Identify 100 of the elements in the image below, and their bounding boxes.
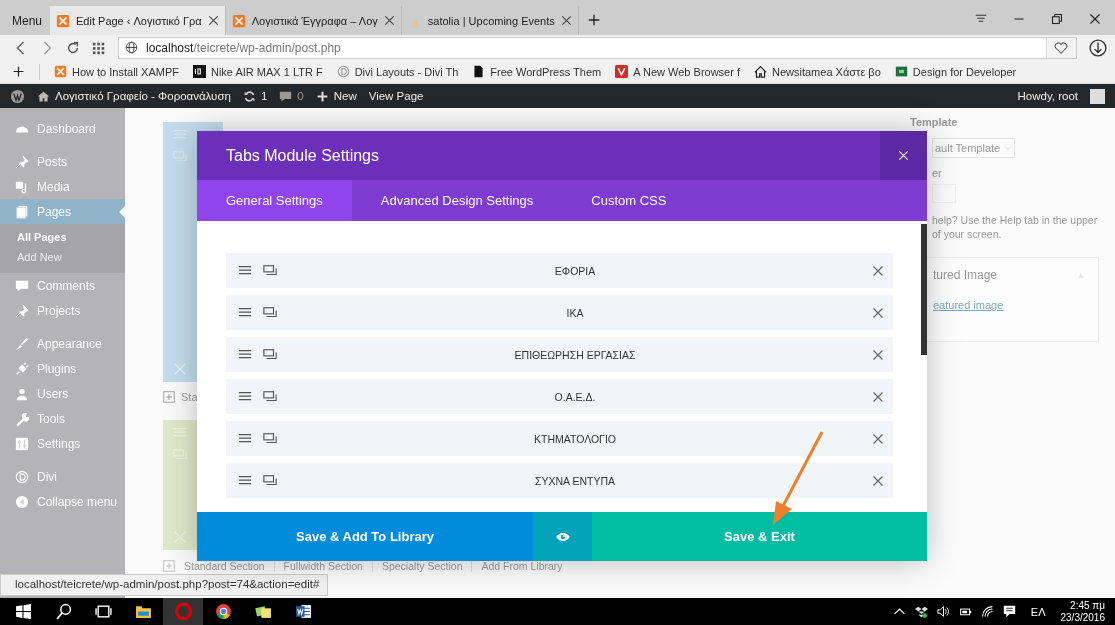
tab-item[interactable]: ΙΚΑ xyxy=(226,295,893,330)
sliders-icon xyxy=(15,436,29,451)
dropbox-icon[interactable] xyxy=(914,605,928,618)
bookmark-link[interactable]: Nike AIR MAX 1 LTR F xyxy=(193,65,323,78)
speech-bubble-link[interactable]: 0 xyxy=(279,89,304,103)
home-link[interactable]: Λογιστικό Γραφείο - Φοροανάλυση xyxy=(37,89,231,103)
bookmark-link[interactable]: Divi Layouts - Divi Th xyxy=(336,65,459,78)
v-logo-icon xyxy=(615,65,629,78)
sticky-notes-icon xyxy=(254,603,272,620)
delete-icon[interactable] xyxy=(872,306,884,319)
tab-item-title: ΕΠΙΘΕΩΡΗΣΗ ΕΡΓΑΣΙΑΣ xyxy=(513,348,637,361)
avatar xyxy=(1090,88,1105,104)
reload-icon[interactable] xyxy=(66,40,80,55)
close-icon[interactable] xyxy=(383,15,395,26)
close-icon[interactable] xyxy=(207,15,219,26)
view-page-link[interactable]: View Page xyxy=(368,90,424,102)
speaker-icon[interactable] xyxy=(936,605,950,618)
url-host: localhost xyxy=(146,40,194,55)
w-document-icon xyxy=(294,603,312,620)
tab-item[interactable]: ΣΥΧΝΑ ΕΝΤΥΠΑ xyxy=(226,463,893,498)
duplicate-icon[interactable] xyxy=(262,263,278,278)
speed-dial-icon[interactable] xyxy=(92,40,106,55)
scrollbar[interactable] xyxy=(921,224,927,355)
address-field[interactable]: localhost/teicrete/wp-admin/post.php xyxy=(118,36,1077,59)
duplicate-icon[interactable] xyxy=(262,431,278,446)
refresh-link[interactable]: 1 xyxy=(242,89,268,103)
wifi-icon[interactable] xyxy=(980,605,994,618)
tab-item[interactable]: ΚΤΗΜΑΤΟΛΟΓΙΟ xyxy=(226,421,893,456)
bookmark-link[interactable]: Design for Developer xyxy=(894,65,1017,78)
delete-icon[interactable] xyxy=(872,264,884,277)
restore-icon[interactable] xyxy=(1051,13,1063,25)
duplicate-icon[interactable] xyxy=(262,389,278,404)
tab-item-title: ΕΦΟΡΙΑ xyxy=(553,264,597,277)
close-icon[interactable] xyxy=(1089,13,1101,25)
plus-icon xyxy=(315,89,329,103)
panel-title: tured Image xyxy=(933,268,998,282)
add-bookmark-icon[interactable] xyxy=(12,65,25,78)
windows-logo-icon xyxy=(14,603,32,620)
duplicate-icon[interactable] xyxy=(262,347,278,362)
duplicate-icon[interactable] xyxy=(262,305,278,320)
browser-tab[interactable]: Edit Page ‹ Λογιστικό Γρα xyxy=(50,6,226,35)
user-icon xyxy=(15,386,29,401)
new-tab-icon[interactable] xyxy=(586,13,601,27)
task-view-icon xyxy=(94,603,112,620)
input-field[interactable] xyxy=(932,184,956,203)
account-link[interactable]: Howdy, root xyxy=(1017,90,1078,102)
help-text: help? Use the Help tab in the upper xyxy=(932,213,1099,227)
brush-icon xyxy=(15,336,29,351)
heart-icon xyxy=(1054,40,1068,55)
refresh-icon xyxy=(242,89,256,103)
settings-tab[interactable]: Advanced Design Settings xyxy=(351,180,563,221)
download-icon[interactable] xyxy=(1089,38,1107,57)
battery-icon[interactable] xyxy=(958,605,972,618)
bookmark-button[interactable] xyxy=(1046,37,1076,58)
delete-icon[interactable] xyxy=(872,474,884,487)
dialog-title: Tabs Module Settings xyxy=(225,146,380,165)
field-label: er xyxy=(932,167,943,181)
plug-icon xyxy=(15,361,29,376)
duplicate-icon[interactable] xyxy=(262,473,278,488)
cross-logo-icon xyxy=(54,65,67,78)
search-icon xyxy=(54,603,72,620)
tab-item[interactable]: Ο.Α.Ε.Δ. xyxy=(226,379,893,414)
menu-button[interactable]: Menu xyxy=(0,6,51,35)
bookmark-link[interactable]: Free WordPress Them xyxy=(472,65,602,78)
tab-item-title: ΚΤΗΜΑΤΟΛΟΓΙΟ xyxy=(533,432,617,445)
delete-icon[interactable] xyxy=(872,390,884,403)
bookmark-link[interactable]: A New Web Browser f xyxy=(615,65,740,78)
wrench-icon xyxy=(15,411,29,426)
tab-item-title: Ο.Α.Ε.Δ. xyxy=(553,390,597,403)
tab-item-title: ΣΥΧΝΑ ΕΝΤΥΠΑ xyxy=(534,474,616,487)
tab-item[interactable]: ΕΦΟΡΙΑ xyxy=(226,253,893,288)
cross-logo-icon xyxy=(231,13,246,28)
clock-time[interactable]: 2:45 πμ xyxy=(1070,599,1105,612)
wp-logo-icon xyxy=(10,88,25,104)
pages-icon xyxy=(15,204,29,219)
pushpin-icon xyxy=(15,154,29,169)
settings-tab[interactable]: Custom CSS xyxy=(562,180,696,221)
tab-item[interactable]: ΕΠΙΘΕΩΡΗΣΗ ΕΡΓΑΣΙΑΣ xyxy=(226,337,893,372)
language-indicator[interactable]: ΕΛ xyxy=(1030,605,1046,618)
bookmark-link[interactable]: How to Install XAMPF xyxy=(54,65,179,78)
plus-link[interactable]: New xyxy=(315,89,357,103)
home-icon xyxy=(37,89,50,103)
media-icon xyxy=(15,179,29,194)
field-label: Template xyxy=(910,116,959,130)
status-url: localhost/teicrete/wp-admin/post.php?post=74&action=edit# xyxy=(0,574,329,596)
delete-icon[interactable] xyxy=(872,348,884,361)
delete-icon[interactable] xyxy=(872,432,884,445)
bookmark-link[interactable]: Newsitamea Χάστε βο xyxy=(754,65,881,78)
page-icon xyxy=(472,65,486,78)
close-icon[interactable] xyxy=(560,15,572,26)
help-text: of your screen. xyxy=(932,227,1003,241)
collapse-icon xyxy=(15,494,29,509)
notification-icon[interactable] xyxy=(1002,605,1016,618)
settings-tab[interactable]: General Settings xyxy=(197,180,352,221)
circle-d-icon xyxy=(15,469,29,484)
save-to-library-button[interactable]: Save & Add To Library xyxy=(197,512,533,561)
tab-list-icon[interactable] xyxy=(975,13,987,25)
house-icon xyxy=(754,65,767,78)
clock-date[interactable]: 23/3/2016 xyxy=(1060,611,1105,624)
cross-logo-icon xyxy=(56,13,71,28)
